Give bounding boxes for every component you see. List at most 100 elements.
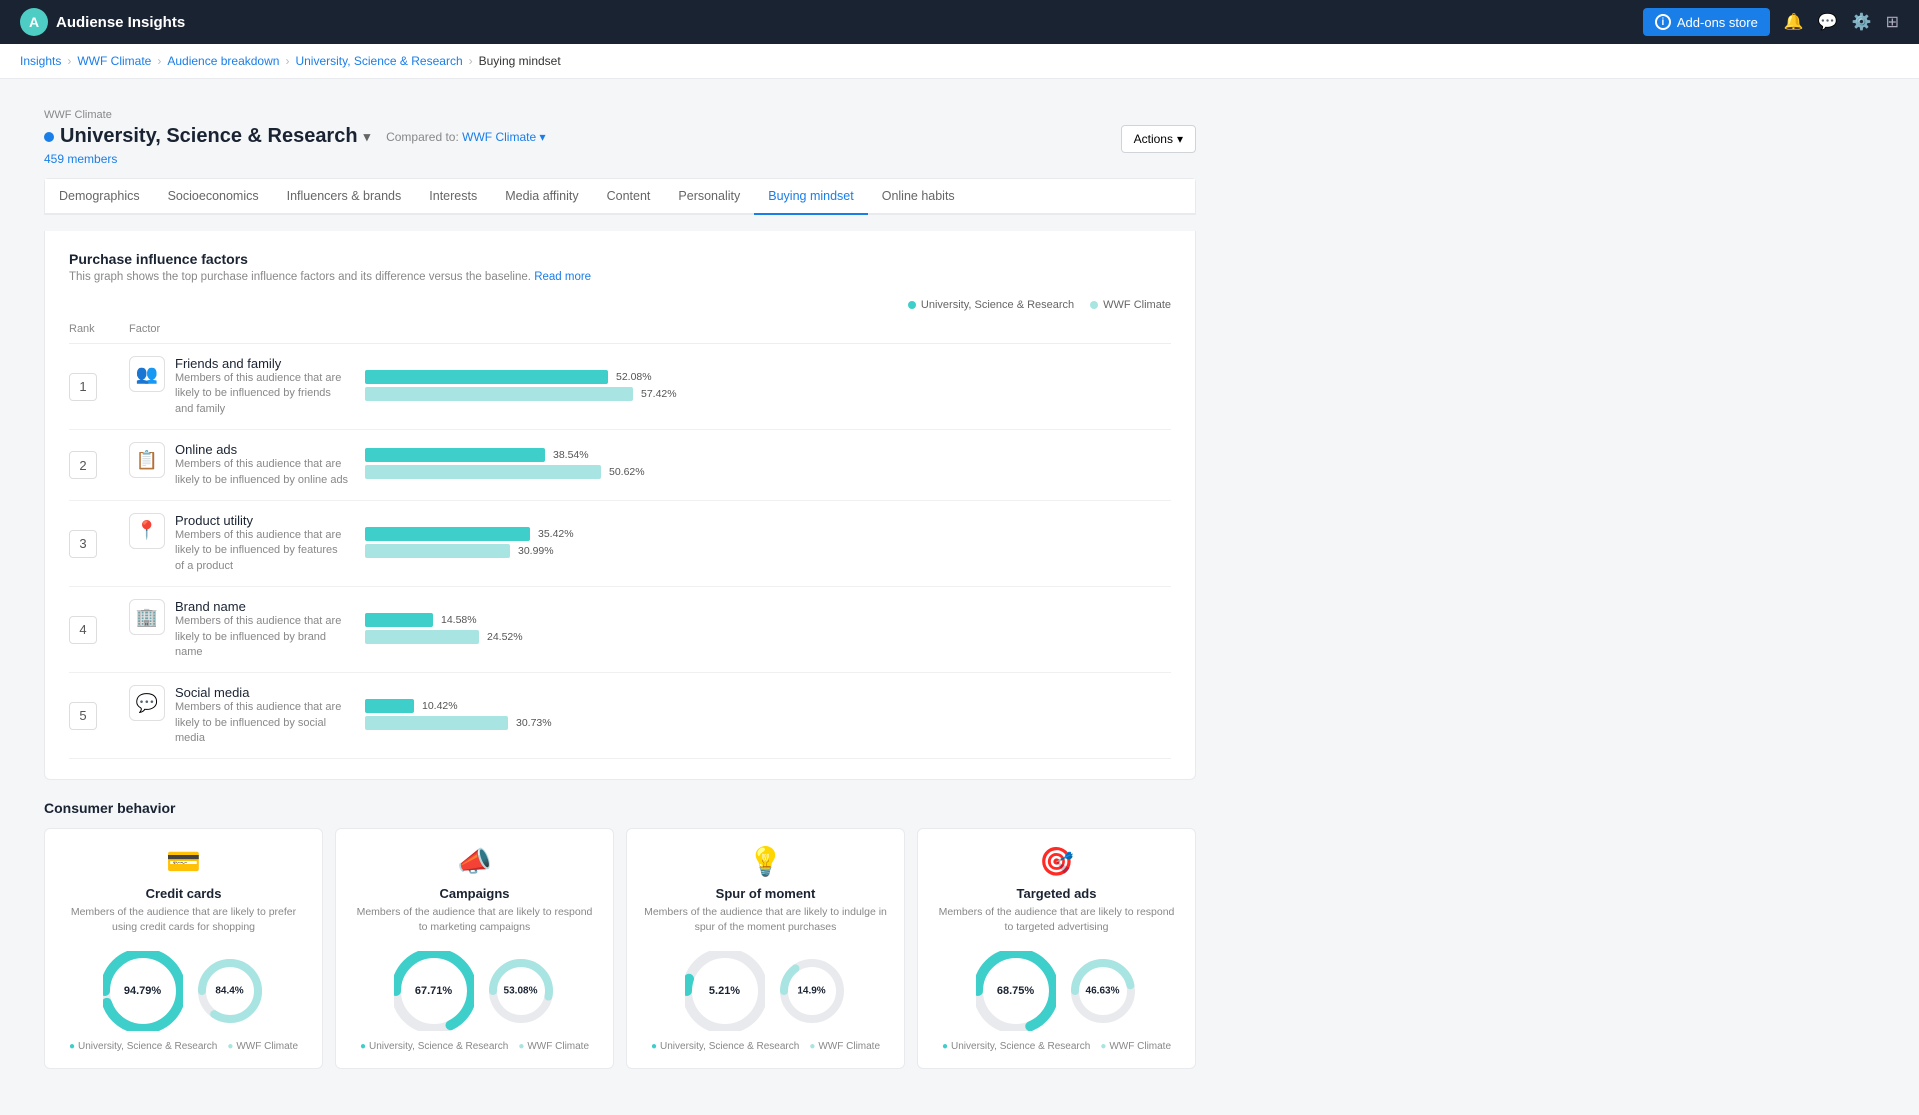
tab-content[interactable]: Content <box>593 179 665 215</box>
factor-name: Friends and family <box>175 356 349 371</box>
factor-cell: 📋 Online ads Members of this audience th… <box>129 442 349 488</box>
consumer-card-legend: ● University, Science & Research ● WWF C… <box>942 1041 1171 1052</box>
bars-cell: 35.42% 30.99% <box>349 527 1171 561</box>
legend-compare-label: WWF Climate <box>236 1041 298 1052</box>
factor-text: Brand name Members of this audience that… <box>175 599 349 660</box>
breadcrumb-insights[interactable]: Insights <box>20 54 61 68</box>
bar-main <box>365 448 545 462</box>
bar-compare <box>365 387 633 401</box>
donut-compare-label: 84.4% <box>215 985 243 996</box>
tab-demographics[interactable]: Demographics <box>45 179 154 215</box>
legend-compare: ● WWF Climate <box>809 1041 880 1052</box>
addons-button[interactable]: i Add-ons store <box>1643 8 1770 36</box>
actions-chevron: ▾ <box>1177 132 1183 146</box>
chart-legend: University, Science & ResearchWWF Climat… <box>908 299 1171 311</box>
actions-button[interactable]: Actions ▾ <box>1121 125 1196 153</box>
grid-icon[interactable]: ⊞ <box>1886 12 1899 32</box>
legend-main: ● University, Science & Research <box>942 1041 1090 1052</box>
bar-row-compare: 30.73% <box>365 716 1171 730</box>
breadcrumb-university[interactable]: University, Science & Research <box>295 54 462 68</box>
tab-personality[interactable]: Personality <box>664 179 754 215</box>
compared-to-link[interactable]: WWF Climate <box>462 130 536 144</box>
consumer-card-icon: 📣 <box>457 845 492 878</box>
bar-row-compare: 50.62% <box>365 465 1171 479</box>
bar-row-main: 14.58% <box>365 613 1171 627</box>
tab-interests[interactable]: Interests <box>415 179 491 215</box>
audience-dropdown-chevron[interactable]: ▾ <box>364 129 371 145</box>
factor-desc: Members of this audience that are likely… <box>175 457 349 488</box>
consumer-card-name: Credit cards <box>146 886 222 901</box>
rank-badge: 5 <box>69 702 97 730</box>
bars-cell: 38.54% 50.62% <box>349 448 1171 482</box>
consumer-cards: 💳 Credit cards Members of the audience t… <box>44 828 1196 1068</box>
factor-name: Brand name <box>175 599 349 614</box>
bar-compare <box>365 544 510 558</box>
donut-main: 67.71% <box>394 951 474 1031</box>
legend-main-label: University, Science & Research <box>369 1041 508 1052</box>
bar-pct-compare: 30.99% <box>518 545 558 557</box>
bar-pct-compare: 30.73% <box>516 717 556 729</box>
factor-desc: Members of this audience that are likely… <box>175 371 349 417</box>
donut-compare: 46.63% <box>1068 956 1138 1026</box>
legend-compare: ● WWF Climate <box>227 1041 298 1052</box>
topnav-actions: i Add-ons store 🔔 💬 ⚙️ ⊞ <box>1643 8 1899 36</box>
legend-item: University, Science & Research <box>908 299 1074 311</box>
audience-compared: Compared to: WWF Climate ▾ <box>386 130 545 144</box>
rank-cell: 4 <box>69 616 129 644</box>
factor-icon: 📋 <box>129 442 165 478</box>
donut-compare-label: 46.63% <box>1086 985 1120 996</box>
breadcrumb-sep-3: › <box>285 54 289 68</box>
tab-socioeconomics[interactable]: Socioeconomics <box>154 179 273 215</box>
bar-pct-compare: 57.42% <box>641 388 681 400</box>
consumer-card-desc: Members of the audience that are likely … <box>352 905 597 934</box>
purchase-desc-text: This graph shows the top purchase influe… <box>69 271 531 283</box>
purchase-title: Purchase influence factors <box>69 251 1171 267</box>
rank-cell: 1 <box>69 373 129 401</box>
bar-pct-main: 10.42% <box>422 700 462 712</box>
consumer-section: Consumer behavior 💳 Credit cards Members… <box>44 800 1196 1068</box>
breadcrumb-wwf[interactable]: WWF Climate <box>77 54 151 68</box>
legend-main: ● University, Science & Research <box>69 1041 217 1052</box>
messages-icon[interactable]: 💬 <box>1818 12 1838 32</box>
donut-main-label: 94.79% <box>124 985 161 997</box>
consumer-card: 💳 Credit cards Members of the audience t… <box>44 828 323 1068</box>
breadcrumb-sep-1: › <box>67 54 71 68</box>
rank-cell: 2 <box>69 451 129 479</box>
read-more-link[interactable]: Read more <box>534 271 591 283</box>
consumer-card-name: Campaigns <box>439 886 509 901</box>
donut-compare: 84.4% <box>195 956 265 1026</box>
consumer-card-name: Targeted ads <box>1017 886 1097 901</box>
info-icon: i <box>1655 14 1671 30</box>
factor-text: Social media Members of this audience th… <box>175 685 349 746</box>
breadcrumb-audience[interactable]: Audience breakdown <box>167 54 279 68</box>
tab-influencers[interactable]: Influencers & brands <box>273 179 416 215</box>
legend-main-label: University, Science & Research <box>660 1041 799 1052</box>
consumer-card-icon: 🎯 <box>1039 845 1074 878</box>
tab-media[interactable]: Media affinity <box>491 179 592 215</box>
tab-buying[interactable]: Buying mindset <box>754 179 867 215</box>
consumer-card-icon: 💳 <box>166 845 201 878</box>
bar-main <box>365 370 608 384</box>
rank-badge: 3 <box>69 530 97 558</box>
bar-pct-compare: 50.62% <box>609 466 649 478</box>
settings-icon[interactable]: ⚙️ <box>1852 12 1872 32</box>
compared-chevron[interactable]: ▾ <box>539 130 545 144</box>
breadcrumb-sep-2: › <box>157 54 161 68</box>
bars-cell: 14.58% 24.52% <box>349 613 1171 647</box>
tab-online[interactable]: Online habits <box>868 179 969 215</box>
factor-desc: Members of this audience that are likely… <box>175 528 349 574</box>
legend-dot <box>908 301 916 309</box>
factor-cell: 📍 Product utility Members of this audien… <box>129 513 349 574</box>
notification-icon[interactable]: 🔔 <box>1784 12 1804 32</box>
bar-row-main: 10.42% <box>365 699 1171 713</box>
table-row: 3 📍 Product utility Members of this audi… <box>69 501 1171 587</box>
breadcrumb: Insights › WWF Climate › Audience breakd… <box>0 44 1919 79</box>
consumer-card: 💡 Spur of moment Members of the audience… <box>626 828 905 1068</box>
factor-icon: 💬 <box>129 685 165 721</box>
donut-main-label: 5.21% <box>709 985 740 997</box>
bar-row-main: 35.42% <box>365 527 1171 541</box>
pif-rows: 1 👥 Friends and family Members of this a… <box>69 344 1171 759</box>
legend-compare-label: WWF Climate <box>527 1041 589 1052</box>
audience-dot <box>44 132 54 142</box>
donut-main: 68.75% <box>976 951 1056 1031</box>
